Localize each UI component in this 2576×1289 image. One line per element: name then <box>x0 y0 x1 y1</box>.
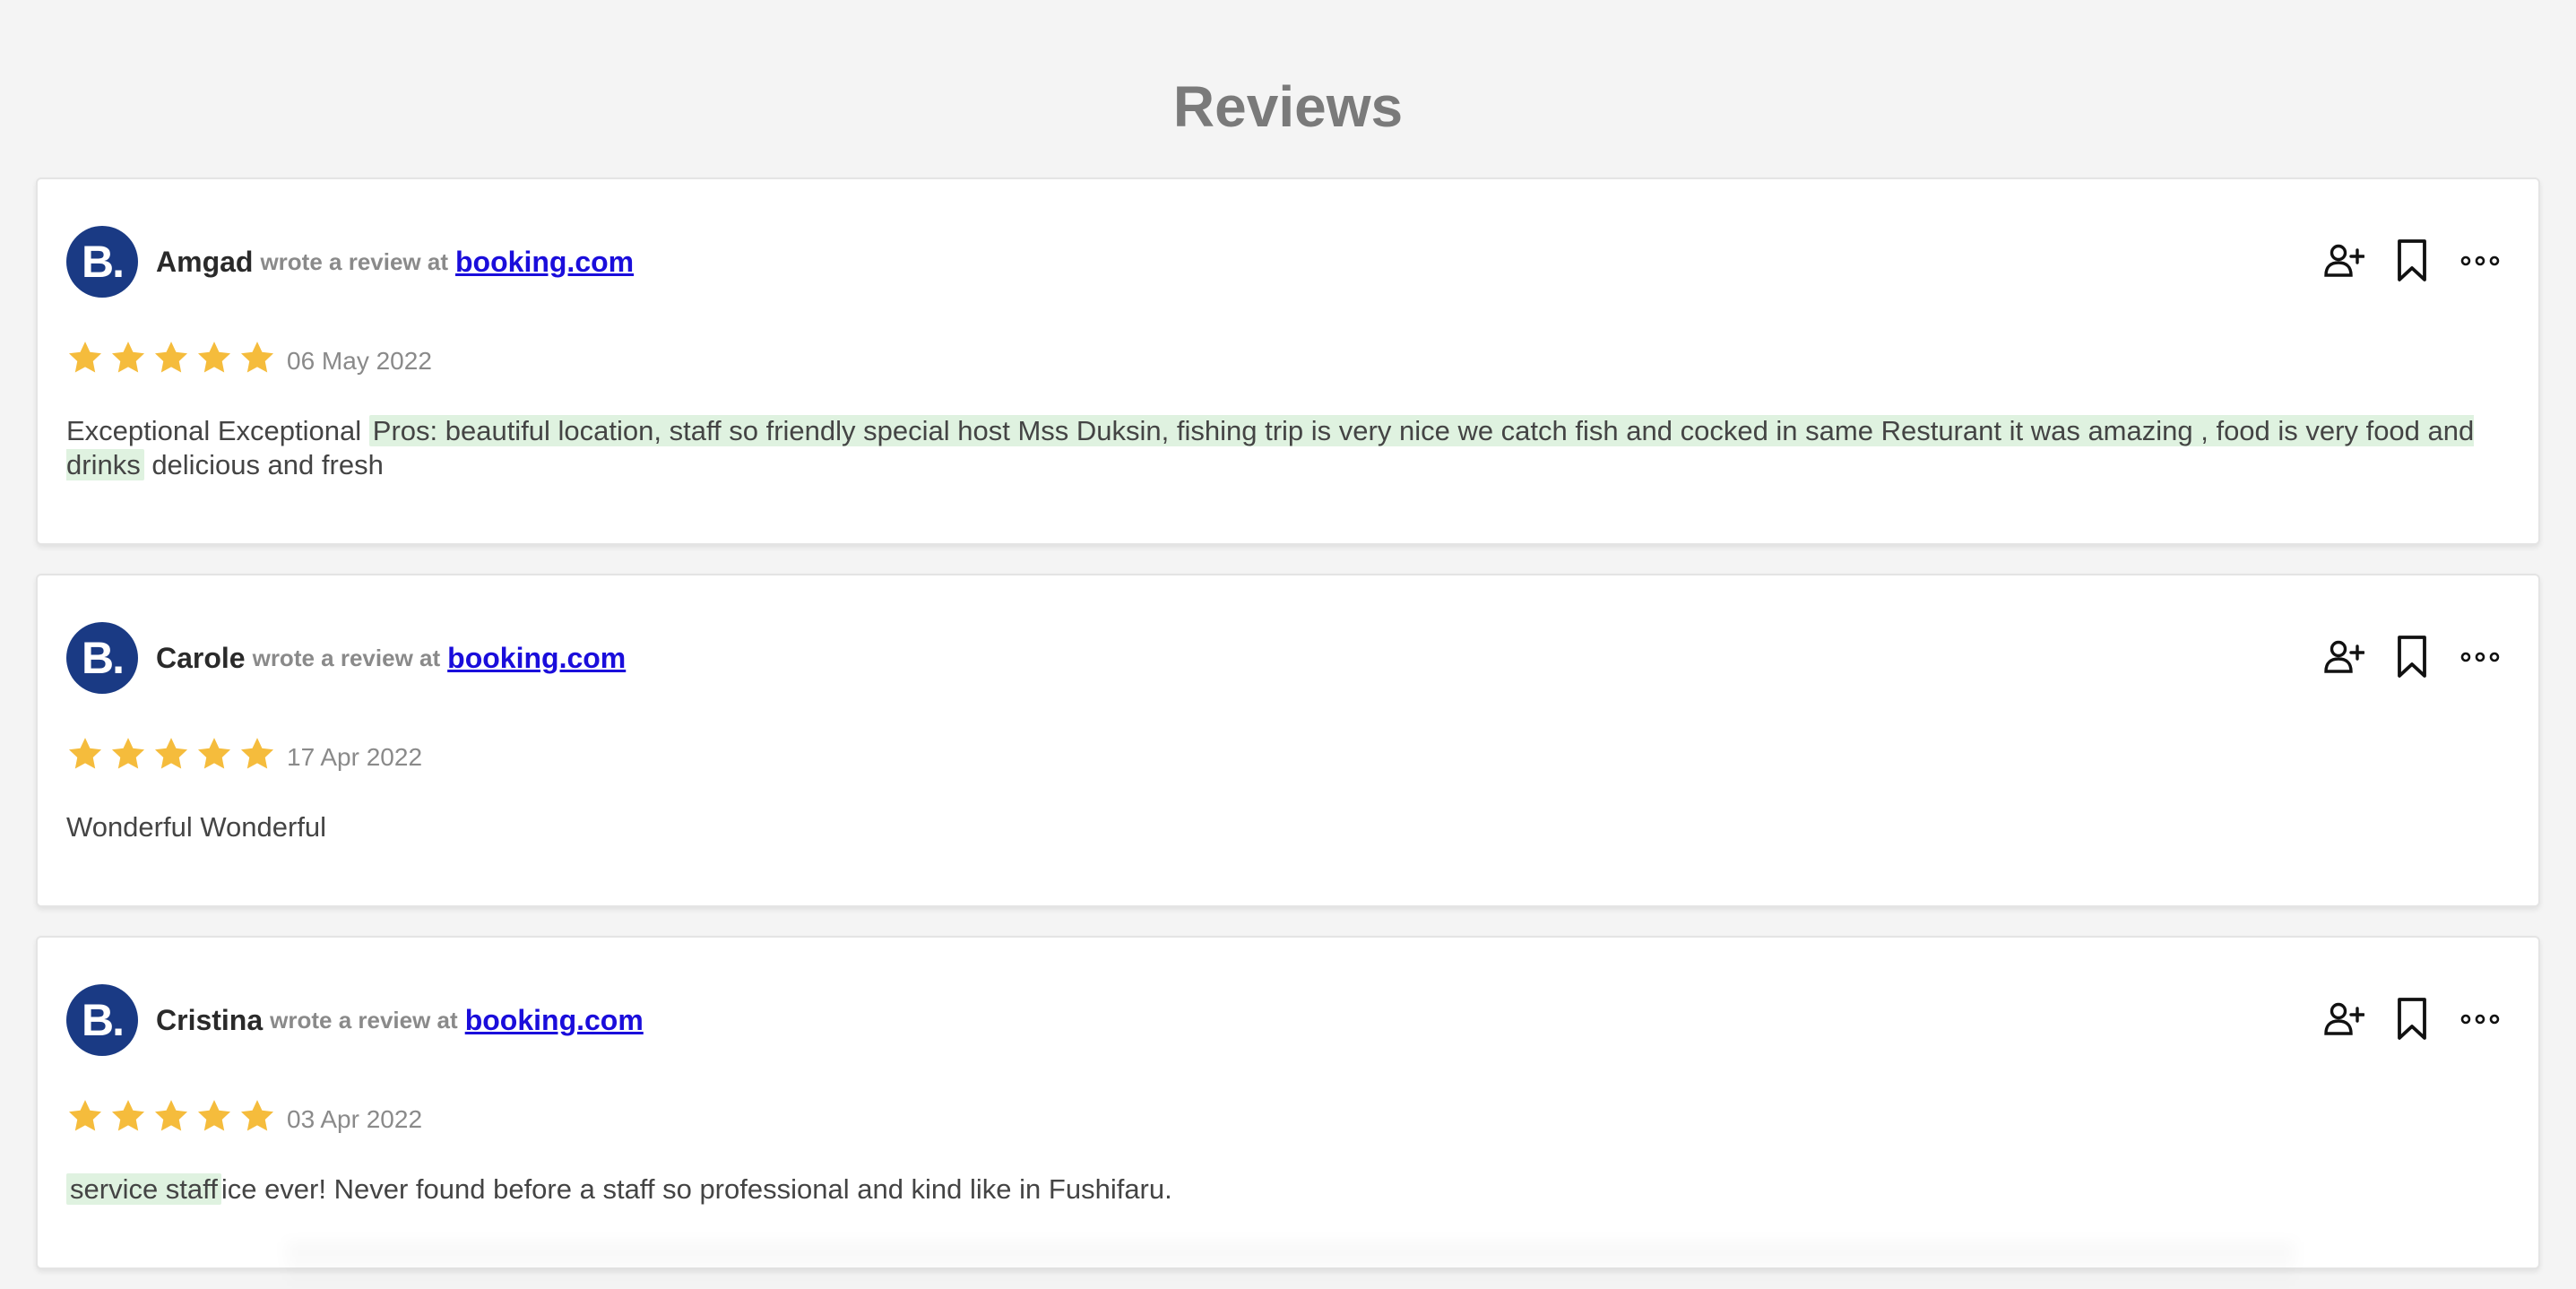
review-source-link[interactable]: booking.com <box>447 642 626 675</box>
more-options-button[interactable] <box>2458 995 2503 1043</box>
booking-logo-icon: B. <box>66 984 138 1056</box>
wrote-review-label: wrote a review at <box>252 644 441 671</box>
follow-user-button[interactable] <box>2321 633 2366 681</box>
star-icon <box>111 1100 145 1131</box>
star-icon <box>240 342 274 373</box>
star-icon <box>68 738 102 769</box>
bookmark-icon <box>2398 998 2426 1040</box>
reviewer-name[interactable]: Cristina <box>156 1004 263 1037</box>
review-card: B. Amgad wrote a review at booking.com 0… <box>36 177 2540 545</box>
star-icon <box>111 738 145 769</box>
bookmark-icon <box>2398 636 2426 678</box>
review-header: B. Amgad wrote a review at booking.com <box>66 226 634 298</box>
review-card: B. Carole wrote a review at booking.com … <box>36 574 2540 907</box>
star-icon <box>154 1100 188 1131</box>
star-icon <box>197 342 231 373</box>
review-date: 06 May 2022 <box>287 347 432 375</box>
rating-row: 03 Apr 2022 <box>66 1090 422 1135</box>
review-source-link[interactable]: booking.com <box>455 246 634 279</box>
review-text-plain: delicious and fresh <box>143 449 384 480</box>
follow-user-button[interactable] <box>2321 995 2366 1043</box>
star-icon <box>111 342 145 373</box>
review-card: B. Cristina wrote a review at booking.co… <box>36 936 2540 1269</box>
more-options-button[interactable] <box>2458 237 2503 285</box>
wrote-review-label: wrote a review at <box>270 1006 458 1034</box>
highlighted-mention: Pros: beautiful location, staff so frien… <box>66 415 2475 480</box>
review-text: service staff ice ever! Never found befor… <box>66 1172 2485 1207</box>
review-header: B. Carole wrote a review at booking.com <box>66 622 626 694</box>
star-icon <box>154 342 188 373</box>
review-source-link[interactable]: booking.com <box>465 1004 644 1037</box>
more-options-icon <box>2460 652 2500 662</box>
review-date: 03 Apr 2022 <box>287 1105 423 1133</box>
review-header: B. Cristina wrote a review at booking.co… <box>66 984 644 1056</box>
star-rating <box>66 735 276 773</box>
review-text-plain: Wonderful Wonderful <box>66 811 327 843</box>
star-icon <box>197 738 231 769</box>
add-user-icon <box>2324 1002 2364 1035</box>
star-icon <box>68 342 102 373</box>
rating-row: 17 Apr 2022 <box>66 728 422 773</box>
review-text: Wonderful Wonderful <box>66 810 2485 844</box>
star-icon <box>240 738 274 769</box>
review-text-plain: Exceptional Exceptional <box>66 415 369 446</box>
follow-user-button[interactable] <box>2321 237 2366 285</box>
wrote-review-label: wrote a review at <box>260 247 448 275</box>
review-actions <box>2321 995 2503 1043</box>
more-options-icon <box>2460 255 2500 266</box>
star-icon <box>197 1100 231 1131</box>
reviewer-name[interactable]: Amgad <box>156 246 253 279</box>
star-icon <box>154 738 188 769</box>
review-actions <box>2321 633 2503 681</box>
star-rating <box>66 339 276 376</box>
add-user-icon <box>2324 244 2364 277</box>
review-text: Exceptional Exceptional Pros: beautiful … <box>66 414 2485 482</box>
add-user-icon <box>2324 640 2364 673</box>
review-date: 17 Apr 2022 <box>287 743 423 771</box>
reviewer-name[interactable]: Carole <box>156 642 246 675</box>
page-title: Reviews <box>1172 74 1404 139</box>
rating-row: 06 May 2022 <box>66 332 432 376</box>
star-rating <box>66 1097 276 1135</box>
more-options-button[interactable] <box>2458 633 2503 681</box>
bookmark-button[interactable] <box>2390 995 2434 1043</box>
booking-logo-icon: B. <box>66 226 138 298</box>
review-text-plain: ice ever! Never found before a staff so … <box>220 1173 1172 1205</box>
star-icon <box>240 1100 274 1131</box>
highlighted-mention: service staff <box>66 1173 221 1205</box>
star-icon <box>68 1100 102 1131</box>
bookmark-button[interactable] <box>2390 633 2434 681</box>
bookmark-icon <box>2398 239 2426 281</box>
more-options-icon <box>2460 1014 2500 1025</box>
booking-logo-icon: B. <box>66 622 138 694</box>
review-actions <box>2321 237 2503 285</box>
bookmark-button[interactable] <box>2390 237 2434 285</box>
